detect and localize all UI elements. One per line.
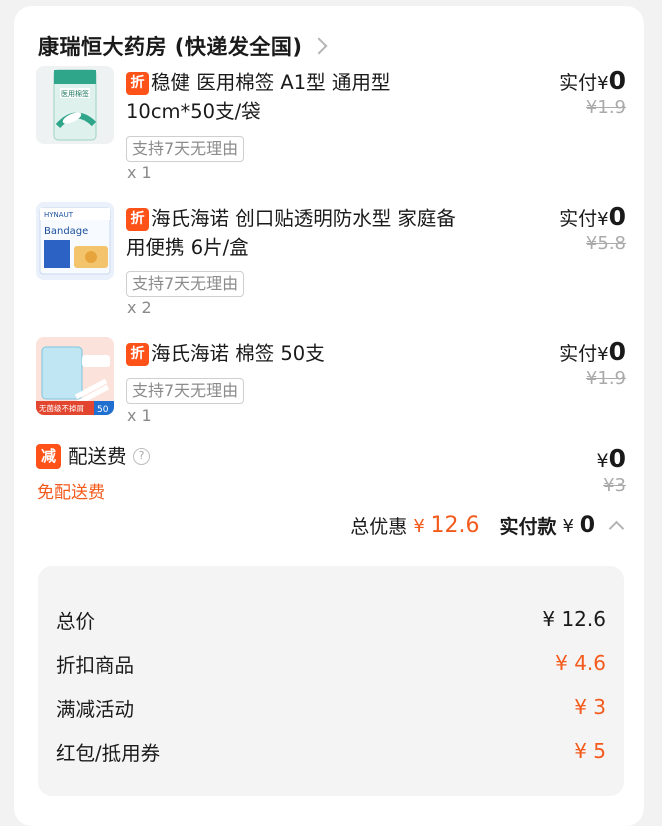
amount-paid-value: ¥ 0 (562, 513, 596, 538)
breakdown-value: ¥ 3 (574, 695, 606, 719)
product-title-text: 海氏海诺 创口贴透明防水型 家庭备用便携 6片/盒 (126, 207, 456, 259)
discount-tag: 折 (126, 208, 149, 231)
breakdown-label: 折扣商品 (56, 653, 135, 677)
paid-price: 实付¥0 (559, 66, 626, 95)
reduction-tag: 减 (36, 444, 61, 469)
breakdown-label: 红包/抵用券 (56, 741, 161, 765)
price-column: 实付¥0 ¥1.9 (559, 66, 626, 118)
shipping-fee-label: 配送费 (68, 445, 127, 468)
breakdown-value: ¥ 5 (574, 739, 606, 763)
original-price: ¥1.9 (585, 97, 626, 118)
return-policy-tag: 支持7天无理由 (126, 378, 245, 404)
chevron-right-icon[interactable] (310, 37, 328, 55)
breakdown-label: 满减活动 (56, 697, 135, 721)
order-summary: 总优惠 ¥ 12.6 实付款 ¥ 0 (350, 512, 625, 539)
price-breakdown-panel: 总价 ¥ 12.6 折扣商品 ¥ 4.6 满减活动 ¥ 3 红包/抵用券 ¥ 5 (38, 566, 624, 796)
paid-price: 实付¥0 (559, 337, 626, 366)
quantity: x 2 (127, 298, 152, 317)
breakdown-row-total: 总价 ¥ 12.6 (56, 604, 606, 634)
shipping-paid-price: ¥0 (596, 444, 627, 473)
thumb-label: 无菌级不掉屑 (39, 403, 84, 413)
original-price: ¥5.8 (585, 233, 626, 254)
total-discount-label: 总优惠 (350, 516, 408, 538)
price-column: 实付¥0 ¥5.8 (559, 202, 626, 254)
svg-text:50: 50 (97, 405, 109, 415)
breakdown-label: 总价 (56, 609, 96, 633)
breakdown-row-promotion: 满减活动 ¥ 3 (56, 692, 606, 722)
breakdown-value: ¥ 4.6 (555, 651, 606, 675)
product-thumbnail[interactable]: 无菌级不掉屑 50 (36, 337, 114, 415)
thumb-label: 医用棉签 (61, 89, 89, 98)
breakdown-row-coupon: 红包/抵用券 ¥ 5 (56, 736, 606, 766)
breakdown-value: ¥ 12.6 (542, 607, 606, 631)
product-title-text: 海氏海诺 棉签 50支 (151, 342, 325, 365)
shipping-fee-row: 减 配送费 ? 免配送费 ¥0 ¥3 (36, 444, 644, 504)
free-shipping-note: 免配送费 (37, 483, 105, 503)
shipping-price-column: ¥0 ¥3 (597, 444, 627, 496)
discount-tag: 折 (126, 72, 149, 95)
order-card: 康瑞恒大药房 (快递发全国) 医用棉签 折稳健 医用棉签 A1型 通用型 10c… (14, 6, 644, 826)
help-icon[interactable]: ? (133, 448, 150, 465)
chevron-up-icon[interactable] (608, 520, 625, 537)
order-item[interactable]: 医用棉签 折稳健 医用棉签 A1型 通用型 10cm*50支/袋 支持7天无理由… (36, 66, 644, 191)
original-price: ¥1.9 (585, 368, 626, 389)
product-title[interactable]: 折海氏海诺 棉签 50支 (126, 339, 456, 368)
product-title[interactable]: 折稳健 医用棉签 A1型 通用型 10cm*50支/袋 (126, 68, 456, 126)
return-policy-tag: 支持7天无理由 (126, 136, 245, 162)
product-title-text: 稳健 医用棉签 A1型 通用型 10cm*50支/袋 (126, 71, 391, 123)
shipping-original-price: ¥3 (603, 475, 626, 496)
svg-text:HYNAUT: HYNAUT (44, 211, 74, 219)
bandage-box-image: HYNAUT Bandage (39, 207, 111, 275)
return-policy-tag: 支持7天无理由 (126, 271, 245, 297)
amount-paid-label: 实付款 (499, 516, 557, 538)
order-item[interactable]: HYNAUT Bandage 折海氏海诺 创口贴透明防水型 家庭备用便携 6片/… (36, 202, 644, 327)
breakdown-row-discounted-items: 折扣商品 ¥ 4.6 (56, 648, 606, 678)
paid-price: 实付¥0 (559, 202, 626, 231)
product-thumbnail[interactable]: 医用棉签 (36, 66, 114, 144)
quantity: x 1 (127, 163, 152, 182)
total-discount-value: ¥ 12.6 (413, 513, 480, 538)
thumb-label: Bandage (44, 226, 88, 237)
product-thumbnail[interactable]: HYNAUT Bandage (36, 202, 114, 280)
store-header[interactable]: 康瑞恒大药房 (快递发全国) (38, 28, 328, 64)
quantity: x 1 (127, 406, 152, 425)
price-column: 实付¥0 ¥1.9 (559, 337, 626, 389)
order-item[interactable]: 无菌级不掉屑 50 折海氏海诺 棉签 50支 支持7天无理由 x 1 实付¥0 … (36, 337, 644, 432)
cotton-swab-pack-image: 医用棉签 (53, 69, 97, 141)
store-name[interactable]: 康瑞恒大药房 (快递发全国) (38, 31, 303, 61)
cotton-swab-bag-image: 无菌级不掉屑 50 (36, 337, 114, 415)
product-title[interactable]: 折海氏海诺 创口贴透明防水型 家庭备用便携 6片/盒 (126, 204, 456, 262)
discount-tag: 折 (126, 343, 149, 366)
